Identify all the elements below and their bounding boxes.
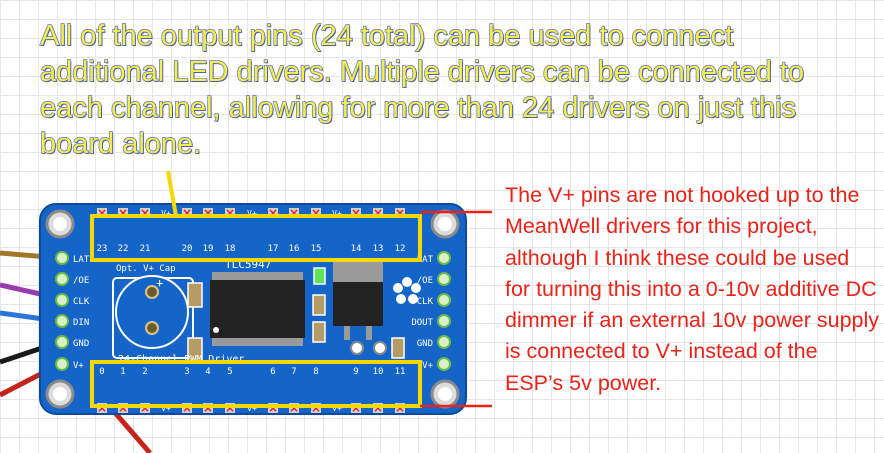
channel-label: 11 xyxy=(395,367,406,377)
channel-label: 17 xyxy=(268,244,279,254)
right-pin-hole xyxy=(437,335,451,349)
channel-label: 4 xyxy=(205,367,210,377)
channel-label: 13 xyxy=(373,244,384,254)
left-pin-hole xyxy=(55,272,69,286)
left-pin-label: DIN xyxy=(73,318,89,328)
channel-label: 14 xyxy=(351,244,362,254)
channel-label: 18 xyxy=(225,244,236,254)
channel-label: 15 xyxy=(311,244,322,254)
left-pin-label: /OE xyxy=(73,276,89,286)
channel-label: 0 xyxy=(99,367,104,377)
breadboard-diagram: + Opt. V+ Cap TLC5947 24-Channel PWM Dri xyxy=(0,170,492,453)
channel-label: 12 xyxy=(395,244,406,254)
channel-label: 22 xyxy=(118,244,129,254)
channel-label: 16 xyxy=(289,244,300,254)
right-pin-label: GND xyxy=(417,339,433,349)
left-pin-hole xyxy=(55,335,69,349)
left-pin-hole xyxy=(55,314,69,328)
right-pin-hole xyxy=(437,293,451,307)
left-pin-hole xyxy=(55,357,69,371)
channel-label: 6 xyxy=(270,367,275,377)
right-pin-label: CLK xyxy=(417,297,434,307)
chip-tlc5947 xyxy=(210,272,305,346)
right-pin-hole xyxy=(437,357,451,371)
channel-label: 2 xyxy=(142,367,147,377)
right-pin-label: DOUT xyxy=(411,318,433,328)
left-pin-hole xyxy=(55,293,69,307)
right-pin-hole xyxy=(437,272,451,286)
channel-label: 21 xyxy=(140,244,151,254)
capacitor-label: Opt. V+ Cap xyxy=(116,264,176,274)
channel-label: 20 xyxy=(182,244,193,254)
right-pin-hole xyxy=(437,314,451,328)
right-pin-label: /OE xyxy=(417,276,433,286)
channel-label: 1 xyxy=(120,367,125,377)
left-pin-label: LAT xyxy=(73,255,90,265)
channel-label: 23 xyxy=(97,244,108,254)
left-pin-label: GND xyxy=(73,339,89,349)
left-pin-label: CLK xyxy=(73,297,90,307)
channel-label: 3 xyxy=(184,367,189,377)
right-pin-hole xyxy=(437,251,451,265)
status-led xyxy=(313,267,326,285)
channel-label: 10 xyxy=(373,367,384,377)
right-pin-label: V+ xyxy=(422,361,433,371)
left-pin-hole xyxy=(55,251,69,265)
capacitor-plus-label: + xyxy=(156,276,163,290)
channel-label: 7 xyxy=(291,367,296,377)
channel-label: 9 xyxy=(353,367,358,377)
left-pin-label: V+ xyxy=(73,361,84,371)
channel-label: 8 xyxy=(313,367,318,377)
channel-label: 5 xyxy=(227,367,232,377)
channel-label: 19 xyxy=(203,244,214,254)
